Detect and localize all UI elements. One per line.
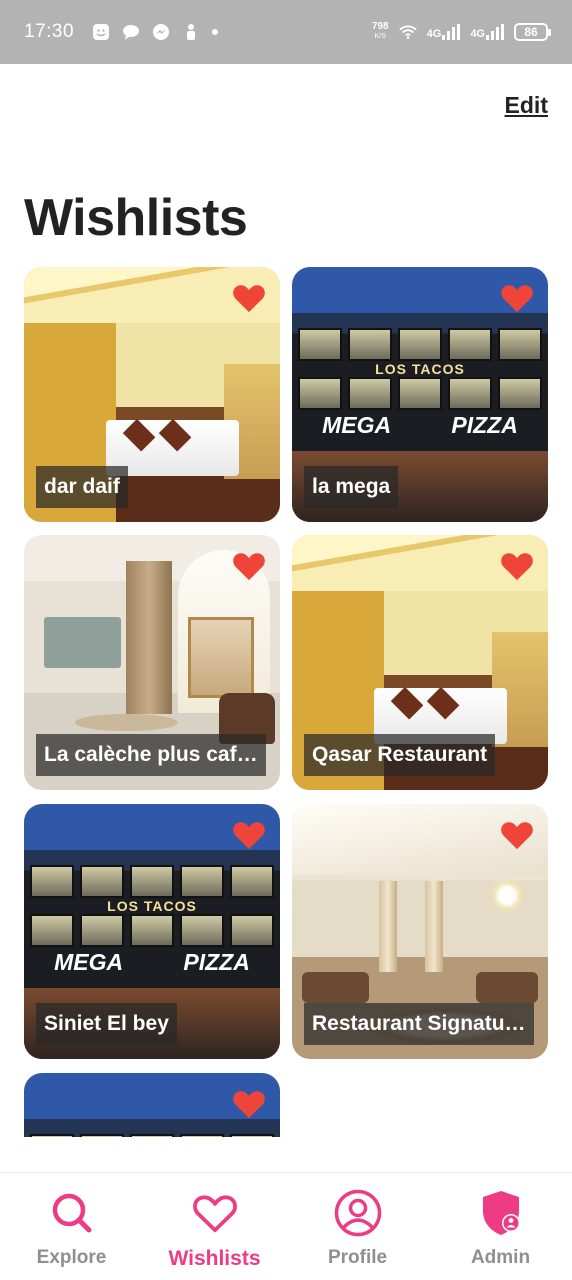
nav-profile-label: Profile [327, 1247, 388, 1268]
wishlist-card[interactable] [24, 1073, 280, 1137]
nav-profile[interactable]: Profile [286, 1173, 429, 1280]
battery-level: 86 [524, 25, 538, 39]
edit-button[interactable]: Edit [505, 92, 548, 119]
nav-explore-label: Explore [36, 1247, 107, 1268]
wishlist-card[interactable]: Restaurant Signatu… [292, 804, 548, 1059]
wishlist-card[interactable]: LOS TACOS MEGA PIZZA Siniet El bey [24, 804, 280, 1059]
wishlist-card-label: dar daif [36, 466, 128, 508]
messenger-notification-icon [152, 23, 170, 41]
storefront-sign-left: MEGA [322, 412, 392, 439]
heart-icon[interactable] [500, 819, 534, 851]
wishlist-card[interactable]: Qasar Restaurant [292, 535, 548, 790]
storefront-sign-top: LOS TACOS [107, 898, 197, 915]
nav-admin-label: Admin [470, 1247, 531, 1268]
storefront-sign-right: PIZZA [183, 949, 250, 976]
network-speed: 798 K/S [372, 22, 389, 42]
wishlist-card-label: Siniet El bey [36, 1003, 177, 1045]
chat-notification-icon [122, 23, 140, 41]
admin-shield-icon [477, 1189, 525, 1237]
signal-1-type: 4G [426, 28, 442, 40]
signal-2: 4G [470, 24, 504, 40]
heart-icon[interactable] [500, 550, 534, 582]
wishlist-card[interactable]: La calèche plus caf… [24, 535, 280, 790]
wishlist-card[interactable]: dar daif [24, 267, 280, 522]
signal-1: 4G [427, 24, 461, 40]
nav-wishlists-label: Wishlists [168, 1247, 261, 1270]
search-icon [48, 1189, 96, 1237]
status-time: 17:30 [24, 21, 75, 42]
wishlist-grid[interactable]: dar daif LOS TACOS MEGA PIZZA la mega La … [0, 267, 572, 1137]
bottom-navigation: Explore Wishlists Profile Admin [0, 1172, 572, 1280]
person-notification-icon [182, 23, 200, 41]
wishlist-card-label: La calèche plus caf… [36, 734, 266, 776]
heart-icon[interactable] [232, 550, 266, 582]
heart-icon[interactable] [232, 819, 266, 851]
wishlist-card-label: la mega [304, 466, 399, 508]
status-bar: 17:30 798 K/S 4G 4G 86 [0, 0, 572, 64]
system-icons: 798 K/S 4G 4G 86 [372, 22, 551, 42]
more-notifications-icon [212, 29, 219, 35]
net-speed-value: 798 [371, 21, 389, 32]
emoji-notification-icon [92, 23, 110, 41]
wishlist-card-label: Qasar Restaurant [304, 734, 496, 776]
nav-wishlists[interactable]: Wishlists [143, 1173, 286, 1280]
storefront-sign-left: MEGA [54, 949, 124, 976]
battery-icon: 86 [514, 23, 551, 41]
heart-icon[interactable] [500, 282, 534, 314]
net-speed-unit: K/S [374, 33, 386, 40]
page-title: Wishlists [24, 189, 248, 247]
notification-icons [92, 23, 219, 41]
wifi-icon [398, 23, 417, 41]
signal-bars-icon [442, 24, 461, 40]
signal-bars-icon [486, 24, 504, 40]
signal-2-type: 4G [470, 28, 485, 40]
wishlist-card[interactable]: LOS TACOS MEGA PIZZA la mega [292, 267, 548, 522]
heart-icon[interactable] [232, 1088, 266, 1120]
nav-admin[interactable]: Admin [429, 1173, 572, 1280]
heart-icon[interactable] [232, 282, 266, 314]
heart-icon [191, 1189, 239, 1237]
nav-explore[interactable]: Explore [0, 1173, 143, 1280]
wishlist-card-label: Restaurant Signatu… [304, 1003, 534, 1045]
storefront-sign-right: PIZZA [451, 412, 518, 439]
user-circle-icon [334, 1189, 382, 1237]
storefront-sign-top: LOS TACOS [375, 361, 465, 378]
